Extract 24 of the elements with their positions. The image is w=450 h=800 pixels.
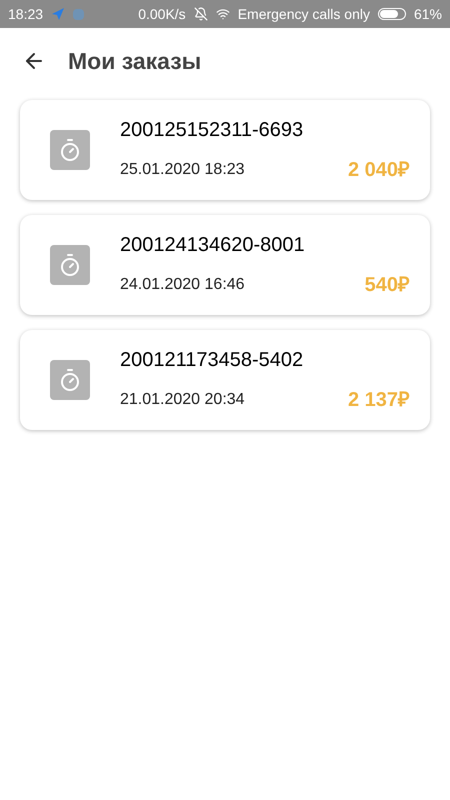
stopwatch-icon: [50, 245, 90, 285]
battery-level: 61%: [414, 4, 442, 24]
stopwatch-icon: [50, 130, 90, 170]
page-title: Мои заказы: [68, 46, 202, 76]
order-date: 25.01.2020 18:23: [120, 160, 245, 180]
carrier-status: Emergency calls only: [238, 4, 370, 24]
order-amount: 2 137₽: [348, 388, 410, 413]
order-date: 21.01.2020 20:34: [120, 390, 245, 410]
network-speed: 0.00K/s: [138, 4, 186, 24]
wifi-icon: [216, 7, 230, 21]
order-card[interactable]: 200124134620-8001 24.01.2020 16:46 540₽: [20, 215, 430, 315]
order-amount: 2 040₽: [348, 158, 410, 183]
order-number: 200121173458-5402: [120, 348, 304, 373]
order-date: 24.01.2020 16:46: [120, 275, 245, 295]
order-card[interactable]: 200125152311-6693 25.01.2020 18:23 2 040₽: [20, 100, 430, 200]
status-time: 18:23: [8, 4, 44, 24]
mute-icon: [194, 7, 208, 21]
stopwatch-icon: [50, 360, 90, 400]
notification-icon: [73, 8, 84, 20]
order-card[interactable]: 200121173458-5402 21.01.2020 20:34 2 137₽: [20, 330, 430, 430]
order-number: 200125152311-6693: [120, 118, 304, 143]
battery-icon: [378, 8, 406, 20]
order-number: 200124134620-8001: [120, 233, 306, 258]
order-amount: 540₽: [364, 273, 410, 298]
